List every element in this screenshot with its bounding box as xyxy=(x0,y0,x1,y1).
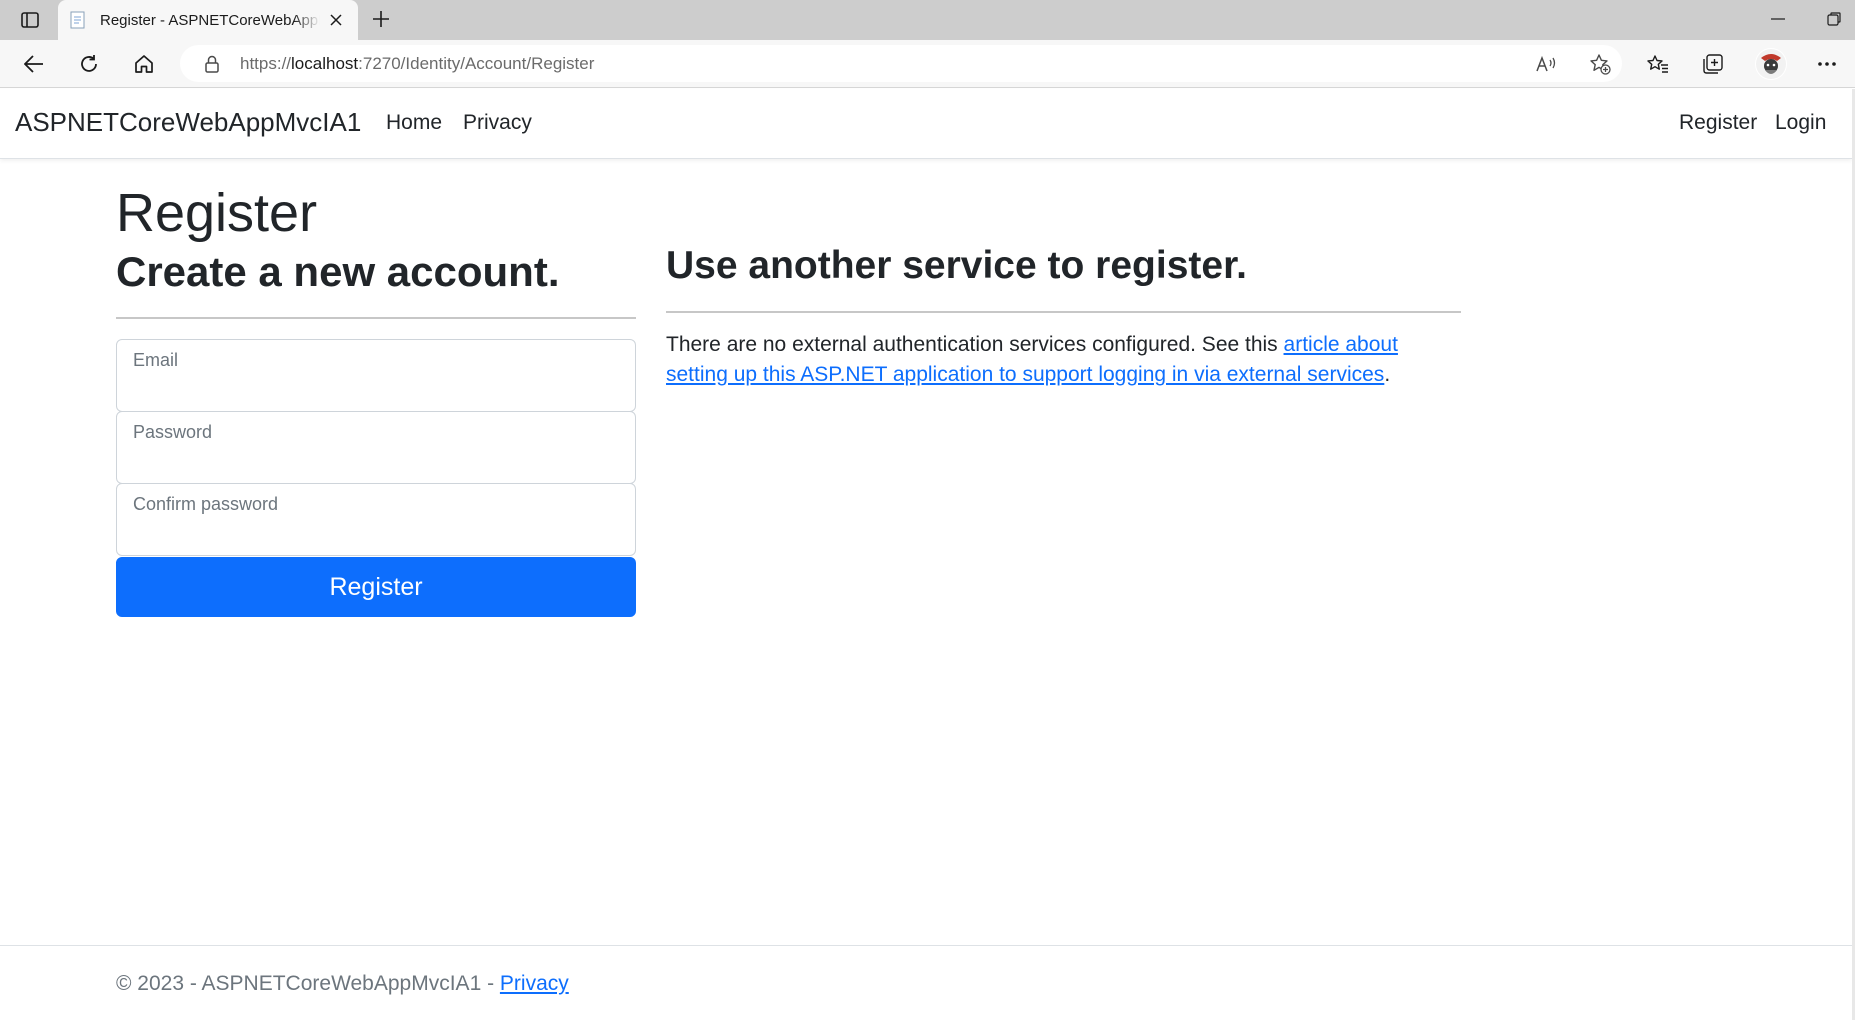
confirm-password-input[interactable] xyxy=(133,520,613,546)
minimize-icon[interactable] xyxy=(1758,4,1798,34)
refresh-icon[interactable] xyxy=(72,48,106,80)
create-account-heading: Create a new account. xyxy=(116,248,560,295)
external-auth-suffix: . xyxy=(1384,363,1391,386)
browser-tabstrip: Register - ASPNETCoreWebAppMvcIA1 xyxy=(0,0,1855,40)
divider xyxy=(666,311,1461,313)
profile-avatar[interactable] xyxy=(1755,48,1787,80)
footer-text: © 2023 - ASPNETCoreWebAppMvcIA1 - Privac… xyxy=(116,972,569,996)
password-field[interactable]: Password xyxy=(116,411,636,484)
url-prefix: https:// xyxy=(240,53,292,73)
footer-privacy-link[interactable]: Privacy xyxy=(500,972,569,995)
divider xyxy=(116,317,636,319)
site-footer: © 2023 - ASPNETCoreWebAppMvcIA1 - Privac… xyxy=(0,945,1852,1020)
site-brand-link[interactable]: ASPNETCoreWebAppMvcIA1 xyxy=(15,107,361,138)
password-label: Password xyxy=(133,422,213,442)
email-input[interactable] xyxy=(133,376,613,402)
page-favicon-icon xyxy=(70,11,86,29)
back-icon[interactable] xyxy=(17,48,51,80)
external-auth-text: There are no external authentication ser… xyxy=(666,333,1284,356)
more-options-icon[interactable] xyxy=(1810,48,1844,80)
browser-tab[interactable]: Register - ASPNETCoreWebAppMvcIA1 xyxy=(58,0,358,40)
close-tab-icon[interactable] xyxy=(326,10,346,30)
nav-privacy-link[interactable]: Privacy xyxy=(463,111,532,135)
address-bar[interactable]: https://localhost:7270/Identity/Account/… xyxy=(180,45,1622,82)
confirm-password-label: Confirm password xyxy=(133,494,279,514)
browser-toolbar: https://localhost:7270/Identity/Account/… xyxy=(0,40,1855,88)
lock-icon[interactable] xyxy=(202,54,222,74)
url-path: :7270/Identity/Account/Register xyxy=(358,53,595,73)
copyright-text: © 2023 - ASPNETCoreWebAppMvcIA1 - xyxy=(116,972,500,995)
page-viewport: ASPNETCoreWebAppMvcIA1 Home Privacy Regi… xyxy=(0,89,1852,1020)
nav-login-link[interactable]: Login xyxy=(1775,111,1826,135)
collections-icon[interactable] xyxy=(1696,48,1730,80)
tab-title: Register - ASPNETCoreWebAppMvcIA1 xyxy=(100,11,320,29)
new-tab-icon[interactable] xyxy=(366,4,396,34)
site-navbar: ASPNETCoreWebAppMvcIA1 Home Privacy Regi… xyxy=(0,89,1852,159)
external-service-heading: Use another service to register. xyxy=(666,244,1247,287)
email-label: Email xyxy=(133,350,179,370)
url-host: localhost xyxy=(291,53,359,73)
favorites-icon[interactable] xyxy=(1641,48,1675,80)
home-icon[interactable] xyxy=(127,48,161,80)
confirm-password-field[interactable]: Confirm password xyxy=(116,483,636,556)
add-favorite-icon[interactable] xyxy=(1585,49,1615,79)
password-input[interactable] xyxy=(133,448,613,474)
url-text[interactable]: https://localhost:7270/Identity/Account/… xyxy=(240,54,594,74)
read-aloud-icon[interactable] xyxy=(1532,49,1562,79)
nav-register-link[interactable]: Register xyxy=(1679,111,1757,135)
register-submit-button[interactable]: Register xyxy=(116,557,636,617)
email-field[interactable]: Email xyxy=(116,339,636,412)
tab-actions-icon[interactable] xyxy=(14,6,46,34)
external-auth-message: There are no external authentication ser… xyxy=(666,330,1426,390)
restore-icon[interactable] xyxy=(1814,4,1854,34)
nav-home-link[interactable]: Home xyxy=(386,111,442,135)
page-title: Register xyxy=(116,183,318,243)
